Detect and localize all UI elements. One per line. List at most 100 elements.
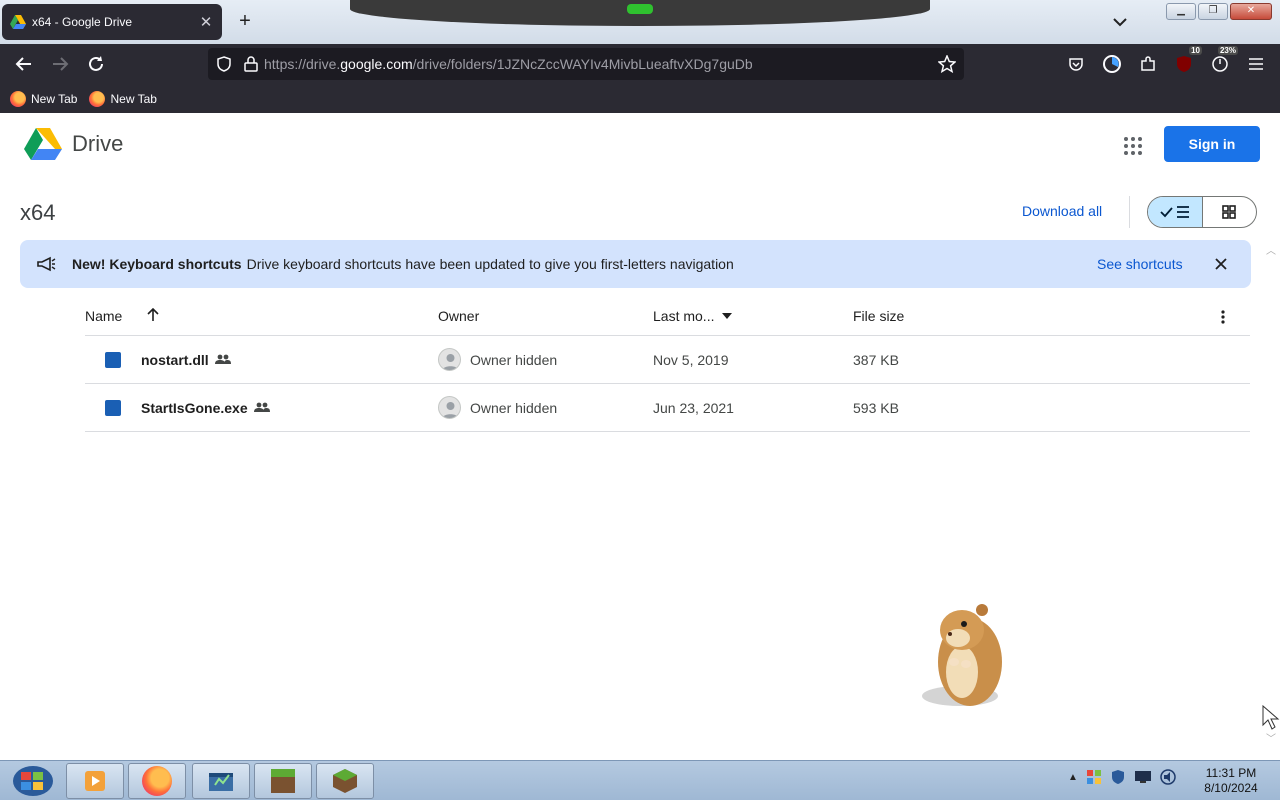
show-hidden-icons-arrow-icon[interactable]: ▲ bbox=[1068, 772, 1078, 783]
windows-flag-tray-icon[interactable] bbox=[1086, 769, 1102, 785]
task-window-icon bbox=[209, 773, 233, 791]
google-drive-logo-icon bbox=[24, 128, 62, 160]
file-type-icon bbox=[105, 352, 121, 368]
taskbar-clock[interactable]: 11:31 PM 8/10/2024 bbox=[1196, 766, 1266, 796]
browser-tabstrip: x64 - Google Drive ✕ + ▁ ❐ ✕ bbox=[0, 0, 1280, 44]
banner-message: Drive keyboard shortcuts have been updat… bbox=[246, 256, 734, 272]
view-toggle bbox=[1147, 196, 1257, 228]
extensions-puzzle-icon[interactable] bbox=[1136, 52, 1160, 76]
grass-block-icon bbox=[271, 769, 295, 793]
pocket-icon[interactable] bbox=[1064, 52, 1088, 76]
toolbar-divider bbox=[1129, 196, 1130, 228]
volume-speaker-tray-icon[interactable] bbox=[1160, 769, 1176, 785]
taskbar-minecraft-block[interactable] bbox=[254, 763, 312, 799]
address-bar[interactable]: https://drive.google.com/drive/folders/1… bbox=[208, 48, 964, 80]
bookmark-item[interactable]: New Tab bbox=[10, 90, 78, 107]
back-icon[interactable] bbox=[12, 52, 36, 76]
taskbar-app-window[interactable] bbox=[192, 763, 250, 799]
browser-tab-active[interactable]: x64 - Google Drive ✕ bbox=[2, 4, 222, 40]
window-close-button[interactable]: ✕ bbox=[1230, 3, 1272, 20]
download-all-button[interactable]: Download all bbox=[1022, 203, 1102, 219]
clock-time: 11:31 PM bbox=[1205, 766, 1257, 780]
owner-avatar bbox=[438, 348, 461, 371]
restore-button[interactable]: ❐ bbox=[1198, 3, 1228, 20]
tracking-protection-shield-icon[interactable] bbox=[216, 56, 232, 72]
extension-timer-icon[interactable]: 23% bbox=[1208, 46, 1238, 76]
list-view-icon bbox=[1160, 206, 1189, 218]
drive-logo[interactable]: Drive bbox=[24, 127, 123, 161]
grid-view-button[interactable] bbox=[1203, 197, 1257, 227]
shared-people-icon bbox=[254, 402, 270, 412]
table-header: Name Owner Last mo... File size bbox=[85, 296, 1250, 336]
file-type-icon bbox=[105, 400, 121, 416]
extension-pie-icon[interactable] bbox=[1100, 52, 1124, 76]
google-apps-icon[interactable] bbox=[1118, 131, 1146, 159]
more-options-icon[interactable] bbox=[1221, 310, 1225, 324]
megaphone-icon bbox=[37, 256, 56, 272]
shared-people-icon bbox=[215, 354, 231, 364]
banner-title: New! Keyboard shortcuts bbox=[72, 256, 242, 272]
see-shortcuts-link[interactable]: See shortcuts bbox=[1097, 256, 1183, 272]
network-monitor-tray-icon[interactable] bbox=[1134, 770, 1152, 784]
file-owner: Owner hidden bbox=[470, 400, 558, 416]
table-row[interactable]: StartIsGone.exe Owner hidden Jun 23, 202… bbox=[85, 384, 1250, 432]
firefox-icon bbox=[89, 90, 106, 107]
folder-title: x64 bbox=[20, 200, 56, 225]
bookmarks-toolbar: New Tab New Tab bbox=[0, 84, 1280, 113]
grass-block-iso-icon bbox=[333, 769, 357, 793]
drive-header: Drive Sign in bbox=[0, 113, 1280, 177]
file-owner: Owner hidden bbox=[470, 352, 558, 368]
file-list-table: Name Owner Last mo... File size nostart.… bbox=[85, 296, 1250, 432]
bookmark-star-icon[interactable] bbox=[938, 55, 956, 73]
browser-navbar: https://drive.google.com/drive/folders/1… bbox=[0, 44, 1280, 84]
owner-avatar bbox=[438, 396, 461, 419]
column-header-file-size: File size bbox=[853, 308, 905, 324]
lock-icon[interactable] bbox=[244, 56, 258, 72]
list-view-button[interactable] bbox=[1148, 197, 1203, 227]
ublock-extension-icon[interactable]: 10 bbox=[1172, 46, 1202, 76]
taskbar-media-player[interactable] bbox=[66, 763, 124, 799]
bookmark-label: New Tab bbox=[31, 91, 78, 106]
reload-icon[interactable] bbox=[84, 52, 108, 76]
url-text: https://drive.google.com/drive/folders/1… bbox=[264, 56, 753, 72]
grid-view-icon bbox=[1222, 205, 1237, 219]
security-shield-tray-icon[interactable] bbox=[1110, 769, 1126, 785]
column-header-name[interactable]: Name bbox=[85, 308, 122, 324]
sort-ascending-arrow-icon[interactable] bbox=[147, 308, 159, 322]
menu-hamburger-icon[interactable] bbox=[1244, 52, 1268, 76]
dropdown-triangle-icon[interactable] bbox=[722, 313, 732, 319]
google-drive-favicon bbox=[10, 15, 26, 29]
forward-icon[interactable] bbox=[48, 52, 72, 76]
scroll-up-arrow-icon[interactable]: ︿ bbox=[1266, 242, 1276, 257]
column-header-last-modified[interactable]: Last mo... bbox=[653, 308, 714, 324]
firefox-icon bbox=[142, 766, 172, 796]
table-row[interactable]: nostart.dll Owner hidden Nov 5, 2019 387… bbox=[85, 336, 1250, 384]
file-name[interactable]: StartIsGone.exe bbox=[141, 400, 248, 416]
drive-logo-text: Drive bbox=[72, 131, 124, 156]
file-name[interactable]: nostart.dll bbox=[141, 352, 209, 368]
tab-close-icon[interactable]: ✕ bbox=[198, 13, 214, 31]
bookmark-item[interactable]: New Tab bbox=[89, 90, 157, 107]
window-controls: ▁ ❐ ✕ bbox=[1166, 3, 1272, 20]
hamster-desktop-pet-image bbox=[922, 604, 1002, 706]
taskbar-firefox[interactable] bbox=[128, 763, 186, 799]
column-header-owner: Owner bbox=[438, 308, 480, 324]
system-tray: ▲ bbox=[1068, 769, 1176, 785]
mouse-cursor-icon bbox=[1262, 705, 1280, 730]
tab-title: x64 - Google Drive bbox=[32, 15, 133, 29]
file-size: 387 KB bbox=[853, 352, 899, 368]
keyboard-shortcuts-banner: New! Keyboard shortcuts Drive keyboard s… bbox=[20, 240, 1251, 288]
file-size: 593 KB bbox=[853, 400, 899, 416]
banner-close-icon[interactable] bbox=[1210, 253, 1232, 275]
new-tab-button[interactable]: + bbox=[234, 10, 256, 32]
bookmark-label: New Tab bbox=[110, 91, 157, 106]
minimize-button[interactable]: ▁ bbox=[1166, 3, 1196, 20]
list-all-tabs-icon[interactable] bbox=[1110, 12, 1130, 32]
extension-badge-percent: 23% bbox=[1217, 46, 1238, 55]
sign-in-button[interactable]: Sign in bbox=[1164, 126, 1260, 162]
taskbar-minecraft-launcher[interactable] bbox=[316, 763, 374, 799]
windows-taskbar: ▲ 11:31 PM 8/10/2024 bbox=[0, 760, 1280, 800]
scroll-down-arrow-icon[interactable]: ﹀ bbox=[1266, 730, 1276, 745]
start-button[interactable] bbox=[4, 763, 62, 799]
windows-start-orb-icon bbox=[13, 766, 53, 796]
